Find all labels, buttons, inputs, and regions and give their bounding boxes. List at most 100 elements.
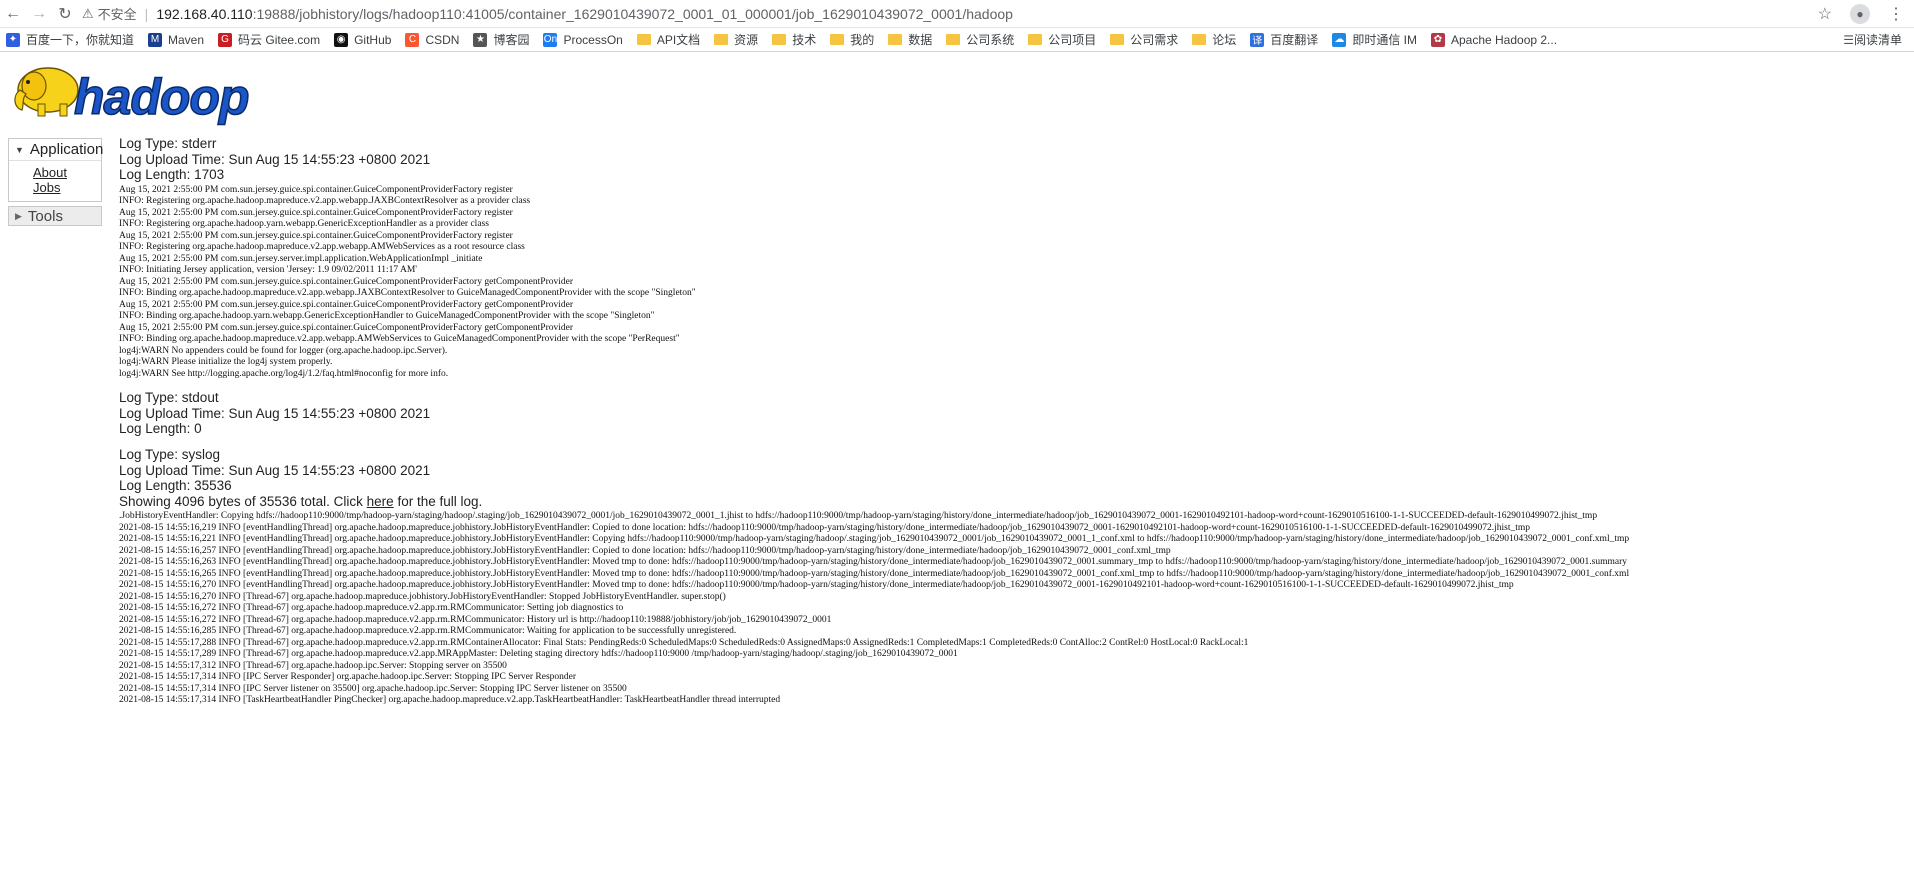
insecure-label[interactable]: 不安全 — [98, 4, 137, 23]
bookmark-star-icon[interactable]: ☆ — [1818, 4, 1832, 24]
github-icon: ◉ — [334, 32, 349, 47]
browser-menu-icon[interactable]: ⋮ — [1888, 4, 1904, 24]
bookmark-label: 论坛 — [1212, 33, 1237, 47]
feather-icon: ✿ — [1430, 32, 1445, 47]
reading-list[interactable]: ☰ 阅读清单 — [1843, 31, 1914, 48]
folder-icon — [888, 34, 903, 45]
syslog-showing-line: Showing 4096 bytes of 35536 total. Click… — [119, 494, 1909, 510]
bookmark-label: 百度一下，你就知道 — [26, 33, 135, 47]
elephant-logo-icon — [14, 67, 79, 117]
application-links: About Jobs — [9, 161, 101, 201]
syslog-upload-time: Log Upload Time: Sun Aug 15 14:55:23 +08… — [119, 462, 431, 478]
bookmark-item[interactable]: 我的 — [830, 31, 874, 48]
bookmark-item[interactable]: ◉ GitHub — [334, 32, 392, 47]
hadoop-logo-text: hadoop — [73, 68, 250, 126]
bookmark-item[interactable]: ✿ Apache Hadoop 2... — [1430, 32, 1558, 47]
bookmark-label: 数据 — [908, 33, 933, 47]
bookmark-item[interactable]: 公司需求 — [1110, 31, 1178, 48]
full-log-link[interactable]: here — [367, 494, 394, 509]
bookmark-item[interactable]: G 码云 Gitee.com — [218, 31, 320, 48]
showing-prefix: Showing 4096 bytes of 35536 total. Click — [119, 493, 367, 509]
omnibox-separator: | — [144, 5, 149, 22]
forward-arrow-icon[interactable]: → — [26, 0, 52, 28]
tools-label: Tools — [27, 207, 63, 225]
bookmark-item[interactable]: ☁ 即时通信 IM — [1332, 31, 1417, 48]
back-arrow-icon[interactable]: ← — [0, 0, 26, 28]
syslog-log-length: Log Length: 35536 — [119, 478, 232, 494]
profile-avatar-icon[interactable]: ● — [1850, 3, 1870, 24]
bookmark-label: 博客园 — [493, 33, 530, 47]
syslog-log-type: Log Type: syslog — [119, 447, 221, 463]
folder-icon — [830, 34, 845, 45]
bookmark-item[interactable]: M Maven — [148, 32, 205, 47]
bookmark-label: Apache Hadoop 2... — [1450, 32, 1558, 47]
tools-header[interactable]: ▶ Tools — [8, 206, 102, 226]
bookmark-label: 资源 — [734, 33, 759, 47]
folder-icon — [1028, 34, 1043, 45]
bookmark-item[interactable]: 公司项目 — [1028, 31, 1096, 48]
url-host[interactable]: 192.168.40.110 — [156, 6, 252, 22]
application-section: ▼ Application About Jobs — [8, 138, 104, 202]
side-nav: ▼ Application About Jobs ▶ Tools — [8, 138, 104, 226]
cloud-icon: ☁ — [1332, 32, 1347, 47]
bookmark-label: API文档 — [656, 33, 701, 47]
translate-icon: 译 — [1250, 32, 1265, 47]
log-content: Log Type: stderr Log Upload Time: Sun Au… — [119, 136, 1909, 707]
jobs-link[interactable]: Jobs — [33, 180, 101, 195]
csdn-icon: C — [405, 32, 420, 47]
maven-icon: M — [148, 32, 163, 47]
bookmark-label: 公司项目 — [1048, 33, 1097, 47]
reading-list-label: 阅读清单 — [1853, 33, 1902, 47]
reload-icon[interactable]: ↻ — [52, 0, 78, 28]
bookmark-item[interactable]: 技术 — [772, 31, 816, 48]
bookmark-item[interactable]: ★ 博客园 — [473, 31, 529, 48]
about-link[interactable]: About — [33, 165, 101, 180]
bookmark-item[interactable]: 公司系统 — [946, 31, 1014, 48]
bookmark-label: 公司需求 — [1130, 33, 1179, 47]
folder-icon — [1110, 34, 1125, 45]
bookmark-item[interactable]: 资源 — [714, 31, 758, 48]
folder-icon — [946, 34, 961, 45]
bookmark-label: ProcessOn — [563, 32, 623, 47]
stdout-upload-time: Log Upload Time: Sun Aug 15 14:55:23 +08… — [119, 405, 431, 421]
showing-suffix: for the full log. — [393, 493, 483, 509]
url-path[interactable]: :19888/jobhistory/logs/hadoop110:41005/c… — [253, 6, 1013, 22]
browser-toolbar: ← → ↻ ⚠ 不安全 | 192.168.40.110:19888/jobhi… — [0, 0, 1914, 28]
folder-icon — [1192, 34, 1207, 45]
stderr-upload-time: Log Upload Time: Sun Aug 15 14:55:23 +08… — [119, 151, 431, 167]
bookmark-item[interactable]: 论坛 — [1192, 31, 1236, 48]
bookmark-item[interactable]: 译百度翻译 — [1250, 31, 1318, 48]
cnblogs-icon: ★ — [473, 32, 488, 47]
triangle-down-icon: ▼ — [15, 144, 24, 155]
warning-icon[interactable]: ⚠ — [82, 6, 94, 22]
stdout-log-length: Log Length: 0 — [119, 421, 202, 437]
application-label: Application — [29, 141, 104, 158]
triangle-right-icon: ▶ — [15, 210, 22, 221]
stdout-log-type: Log Type: stdout — [119, 390, 219, 406]
bookmark-label: 百度翻译 — [1270, 33, 1319, 47]
bookmark-label: 即时通信 IM — [1352, 33, 1417, 47]
hadoop-logo[interactable]: hadoop — [10, 60, 260, 126]
processon-icon: On — [543, 32, 558, 47]
bookmark-item[interactable]: C CSDN — [405, 32, 460, 47]
bookmark-item[interactable]: On ProcessOn — [543, 32, 623, 47]
folder-icon — [772, 34, 787, 45]
bookmark-label: CSDN — [425, 32, 460, 47]
paw-icon: ✦ — [6, 32, 20, 47]
folder-icon — [714, 34, 729, 45]
bookmark-item[interactable]: ✦ 百度一下，你就知道 — [6, 31, 134, 48]
stderr-log-text: Aug 15, 2021 2:55:00 PM com.sun.jersey.g… — [119, 184, 696, 379]
bookmark-label: GitHub — [354, 32, 392, 47]
bookmark-item[interactable]: API文档 — [636, 31, 701, 48]
bookmark-item[interactable]: 数据 — [888, 31, 932, 48]
bookmark-label: 技术 — [792, 33, 817, 47]
page-body: hadoop ▼ Application About Jobs ▶ Tools … — [0, 52, 1914, 875]
application-header[interactable]: ▼ Application — [9, 139, 104, 161]
bookmark-label: 公司系统 — [966, 33, 1015, 47]
bookmark-label: 我的 — [850, 33, 875, 47]
stderr-log-type: Log Type: stderr — [119, 136, 217, 151]
syslog-log-text: .JobHistoryEventHandler: Copying hdfs://… — [119, 511, 1630, 706]
address-bar[interactable]: ⚠ 不安全 | 192.168.40.110:19888/jobhistory/… — [82, 2, 1818, 26]
bookmark-label: Maven — [168, 32, 205, 47]
bookmarks-bar: ✦ 百度一下，你就知道 M Maven G 码云 Gitee.com ◉ GitHub C CSD… — [0, 28, 1914, 52]
